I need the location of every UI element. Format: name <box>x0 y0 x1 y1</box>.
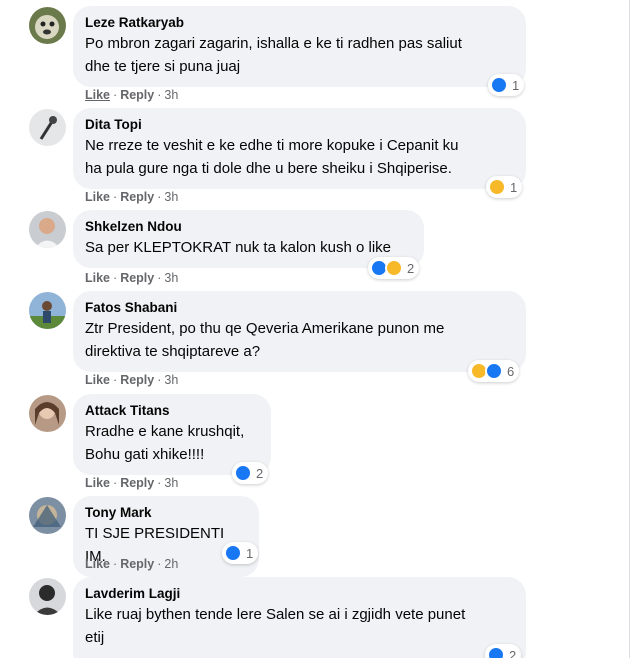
comment-author[interactable]: Leze Ratkaryab <box>85 14 514 32</box>
like-icon <box>224 544 242 562</box>
comment-actions: Like · Reply · 3h <box>85 372 178 388</box>
like-icon <box>234 464 252 482</box>
comment-time[interactable]: 2h <box>164 557 178 571</box>
like-icon <box>487 646 505 658</box>
comment-actions: Like · Reply · 3h <box>85 270 178 286</box>
comment-bubble: Fatos Shabani Ztr President, po thu qe Q… <box>73 291 526 372</box>
comment-author[interactable]: Tony Mark <box>85 504 247 522</box>
reply-link[interactable]: Reply <box>120 271 154 285</box>
reply-link[interactable]: Reply <box>120 557 154 571</box>
reaction-summary[interactable]: 6 <box>468 360 520 382</box>
comment-text: Rradhe e kane krushqit, Bohu gati xhike!… <box>85 423 245 463</box>
comment-text: Ztr President, po thu qe Qeveria Amerika… <box>85 320 445 360</box>
separator: · <box>157 88 162 102</box>
reaction-summary[interactable]: 2 <box>485 644 522 658</box>
comment-actions: Like · Reply · 3h <box>85 87 178 103</box>
separator: · <box>157 557 162 571</box>
comment-bubble: Dita Topi Ne rreze te veshit e ke edhe t… <box>73 108 526 189</box>
reaction-count: 2 <box>256 465 264 481</box>
comment-author[interactable]: Attack Titans <box>85 402 259 420</box>
reply-link[interactable]: Reply <box>120 476 154 490</box>
reaction-summary[interactable]: 1 <box>486 176 523 198</box>
comment-author[interactable]: Fatos Shabani <box>85 299 514 317</box>
reaction-count: 2 <box>407 260 415 276</box>
separator: · <box>113 190 118 204</box>
like-link[interactable]: Like <box>85 476 110 490</box>
avatar[interactable] <box>29 211 66 248</box>
reply-link[interactable]: Reply <box>120 373 154 387</box>
like-link[interactable]: Like <box>85 557 110 571</box>
separator: · <box>157 373 162 387</box>
like-link[interactable]: Like <box>85 190 110 204</box>
reply-link[interactable]: Reply <box>120 190 154 204</box>
comment-actions: Like · Reply · 3h <box>85 475 178 491</box>
comment-author[interactable]: Dita Topi <box>85 116 514 134</box>
reaction-count: 1 <box>512 77 520 93</box>
avatar[interactable] <box>29 395 66 432</box>
like-icon <box>490 76 508 94</box>
haha-icon <box>385 259 403 277</box>
comment-actions: Like · Reply · 2h <box>85 556 178 572</box>
separator: · <box>157 271 162 285</box>
separator: · <box>113 373 118 387</box>
reaction-count: 6 <box>507 363 515 379</box>
comment-author[interactable]: Lavderim Lagji <box>85 585 514 603</box>
comment-time[interactable]: 3h <box>164 373 178 387</box>
avatar[interactable] <box>29 292 66 329</box>
reaction-count: 1 <box>510 179 518 195</box>
comment-bubble: Leze Ratkaryab Po mbron zagari zagarin, … <box>73 6 526 87</box>
reaction-count: 2 <box>509 647 517 658</box>
separator: · <box>157 190 162 204</box>
panel-border <box>629 0 630 658</box>
like-link[interactable]: Like <box>85 373 110 387</box>
reply-link[interactable]: Reply <box>120 88 154 102</box>
avatar[interactable] <box>29 109 66 146</box>
comment-text: Ne rreze te veshit e ke edhe ti more kop… <box>85 137 459 177</box>
comment-text: Po mbron zagari zagarin, ishalla e ke ti… <box>85 35 462 75</box>
comment-bubble: Lavderim Lagji Like ruaj bythen tende le… <box>73 577 526 658</box>
avatar[interactable] <box>29 578 66 615</box>
avatar[interactable] <box>29 497 66 534</box>
separator: · <box>113 271 118 285</box>
like-icon <box>485 362 503 380</box>
comment-time[interactable]: 3h <box>164 271 178 285</box>
comment-time[interactable]: 3h <box>164 88 178 102</box>
separator: · <box>113 476 118 490</box>
comment-text: Sa per KLEPTOKRAT nuk ta kalon kush o li… <box>85 239 391 256</box>
reaction-summary[interactable]: 2 <box>368 257 420 279</box>
reaction-summary[interactable]: 1 <box>488 74 525 96</box>
reaction-count: 1 <box>246 545 254 561</box>
separator: · <box>113 557 118 571</box>
reaction-summary[interactable]: 2 <box>232 462 269 484</box>
separator: · <box>157 476 162 490</box>
like-link[interactable]: Like <box>85 271 110 285</box>
comment-author[interactable]: Shkelzen Ndou <box>85 218 412 236</box>
comment-time[interactable]: 3h <box>164 476 178 490</box>
comment-actions: Like · Reply · 3h <box>85 189 178 205</box>
comment-time[interactable]: 3h <box>164 190 178 204</box>
separator: · <box>113 88 118 102</box>
avatar[interactable] <box>29 7 66 44</box>
comment-text: Like ruaj bythen tende lere Salen se ai … <box>85 606 466 646</box>
reaction-summary[interactable]: 1 <box>222 542 259 564</box>
like-link[interactable]: Like <box>85 88 110 102</box>
haha-icon <box>488 178 506 196</box>
